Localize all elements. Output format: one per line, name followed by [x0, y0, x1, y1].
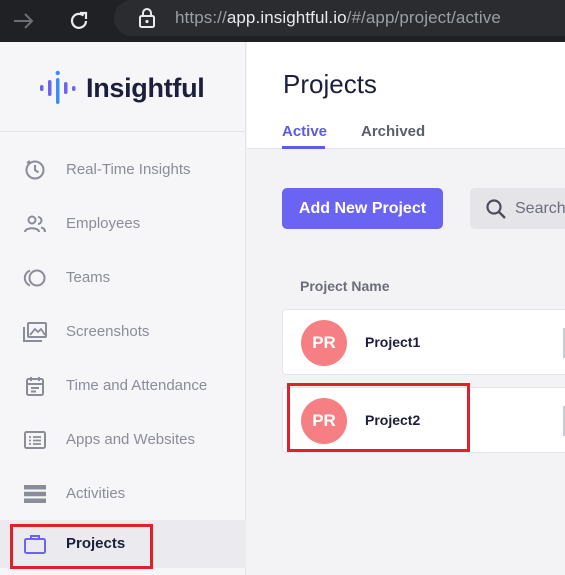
sidebar: Insightful Real-Time Insights Employees … — [0, 42, 246, 575]
sidebar-item-teams[interactable]: Teams — [0, 254, 246, 302]
sidebar-item-time-and-attendance[interactable]: Time and Attendance — [0, 362, 246, 410]
main-content: Projects Active Archived Add New Project… — [247, 42, 565, 575]
sidebar-item-label: Screenshots — [66, 323, 150, 340]
column-header-project-name[interactable]: Project Name — [300, 278, 389, 294]
images-icon — [22, 320, 48, 344]
project2-highlight-box — [287, 383, 470, 452]
clock-icon — [22, 158, 48, 182]
sidebar-item-label: Activities — [66, 485, 126, 502]
lock-icon — [137, 7, 157, 29]
url-text[interactable]: https://app.insightful.io/#/app/project/… — [175, 8, 501, 28]
sidebar-item-employees[interactable]: Employees — [0, 200, 246, 248]
sidebar-divider — [0, 131, 246, 132]
table-row[interactable]: PR Project1 — [282, 309, 565, 375]
search-icon — [485, 198, 507, 225]
page-header: Projects Active Archived — [247, 42, 565, 149]
projects-highlight-box — [10, 524, 153, 569]
insightful-logo[interactable]: Insightful — [38, 68, 205, 108]
tab-archived[interactable]: Archived — [361, 123, 425, 140]
people-icon — [22, 212, 48, 236]
active-tab-indicator — [282, 146, 325, 149]
sidebar-item-real-time-insights[interactable]: Real-Time Insights — [0, 146, 246, 194]
logo-mark-icon — [40, 70, 76, 104]
add-new-project-button[interactable]: Add New Project — [282, 188, 443, 229]
browser-toolbar: https://app.insightful.io/#/app/project/… — [0, 0, 565, 42]
logo-text: Insightful — [86, 72, 205, 103]
sidebar-item-label: Apps and Websites — [66, 431, 195, 448]
sidebar-item-activities[interactable]: Activities — [0, 470, 246, 518]
page-title: Projects — [283, 69, 377, 99]
teams-icon — [22, 266, 48, 290]
sidebar-item-label: Teams — [66, 269, 111, 286]
avatar: PR — [301, 320, 347, 366]
search-input[interactable] — [515, 188, 565, 229]
sidebar-item-label: Employees — [66, 215, 141, 232]
back-arrow-icon[interactable] — [8, 6, 38, 36]
sidebar-item-screenshots[interactable]: Screenshots — [0, 308, 246, 356]
sidebar-item-label: Time and Attendance — [66, 377, 208, 394]
project-name[interactable]: Project1 — [365, 334, 420, 350]
tab-active[interactable]: Active — [282, 123, 327, 140]
reload-icon[interactable] — [64, 6, 94, 36]
sidebar-item-label: Real-Time Insights — [66, 161, 191, 178]
activities-icon — [22, 482, 48, 506]
sidebar-item-apps-and-websites[interactable]: Apps and Websites — [0, 416, 246, 464]
apps-icon — [22, 428, 48, 452]
calendar-icon — [22, 374, 48, 398]
search-box[interactable] — [470, 188, 565, 229]
